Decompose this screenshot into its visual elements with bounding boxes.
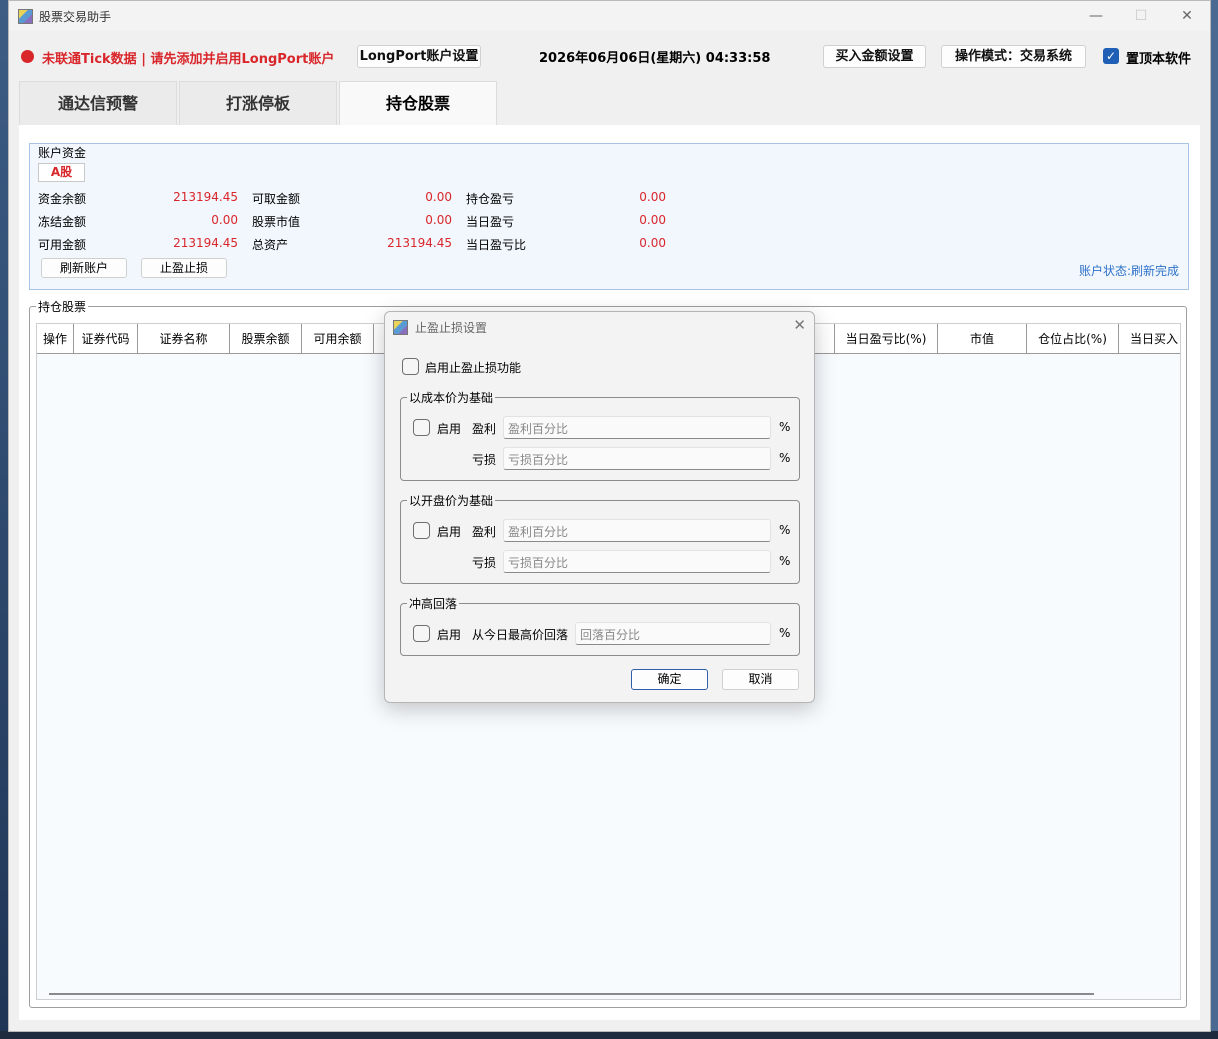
buy-amount-button[interactable]: 买入金额设置 xyxy=(823,45,926,68)
stop-profit-loss-button[interactable]: 止盈止损 xyxy=(141,258,227,278)
pullback-group: 冲高回落 启用 从今日最高价回落 回落百分比 % xyxy=(400,595,800,656)
cost-profit-label: 盈利 xyxy=(472,422,497,436)
label-total-assets: 总资产 xyxy=(252,238,289,252)
maximize-icon[interactable]: ☐ xyxy=(1126,6,1156,26)
cost-basis-title: 以成本价为基础 xyxy=(407,389,496,406)
cancel-button[interactable]: 取消 xyxy=(722,669,799,690)
cost-loss-label: 亏损 xyxy=(472,453,497,467)
label-available: 可用金额 xyxy=(38,238,87,252)
mode-button[interactable]: 操作模式：交易系统 xyxy=(941,45,1086,68)
open-loss-input[interactable]: 亏损百分比 xyxy=(503,550,771,573)
account-group-title: 账户资金 xyxy=(38,146,87,160)
longport-settings-button[interactable]: LongPort账户设置 xyxy=(357,45,481,68)
value-day-pnl: 0.00 xyxy=(639,213,666,227)
cost-profit-input[interactable]: 盈利百分比 xyxy=(503,416,771,439)
holdings-title: 持仓股票 xyxy=(36,298,89,315)
tab-tdx-alert[interactable]: 通达信预警 xyxy=(19,81,177,125)
percent-sign: % xyxy=(779,451,791,465)
column-header[interactable]: 证券名称 xyxy=(138,324,230,354)
pullback-enable-label: 启用 xyxy=(437,628,462,642)
label-frozen: 冻结金额 xyxy=(38,215,87,229)
open-profit-label: 盈利 xyxy=(472,525,497,539)
datetime-display: 2026年06月06日(星期六) 04:33:58 xyxy=(539,51,771,66)
market-tab-a-share[interactable]: A股 xyxy=(38,163,85,182)
value-balance: 213194.45 xyxy=(173,190,238,204)
label-position-pnl: 持仓盈亏 xyxy=(466,192,515,206)
tick-warning: 未联通Tick数据 | 请先添加并启用LongPort账户 xyxy=(42,52,335,67)
label-withdrawable: 可取金额 xyxy=(252,192,301,206)
open-profit-input[interactable]: 盈利百分比 xyxy=(503,519,771,542)
minimize-icon[interactable]: — xyxy=(1081,6,1111,26)
column-header[interactable]: 可用余额 xyxy=(302,324,374,354)
label-day-pnl-ratio: 当日盈亏比 xyxy=(466,238,527,252)
column-header[interactable]: 当日盈亏比(%) xyxy=(835,324,938,354)
label-day-pnl: 当日盈亏 xyxy=(466,215,515,229)
value-day-pnl-ratio: 0.00 xyxy=(639,236,666,250)
pullback-title: 冲高回落 xyxy=(407,595,460,612)
label-balance: 资金余额 xyxy=(38,192,87,206)
percent-sign: % xyxy=(779,626,791,640)
pullback-label: 从今日最高价回落 xyxy=(472,628,569,642)
desktop-edge xyxy=(0,0,8,1039)
desktop-taskbar-edge xyxy=(0,1031,1218,1039)
value-market-value: 0.00 xyxy=(425,213,452,227)
open-basis-group: 以开盘价为基础 启用 盈利 盈利百分比 % 亏损 亏损百分比 % xyxy=(400,492,800,584)
column-header[interactable]: 仓位占比(%) xyxy=(1027,324,1119,354)
column-header[interactable]: 证券代码 xyxy=(74,324,138,354)
column-header[interactable]: 当日买入 xyxy=(1119,324,1180,354)
dialog-close-icon[interactable]: ✕ xyxy=(793,316,806,334)
account-panel: 账户资金 A股 资金余额 213194.45 可取金额 0.00 持仓盈亏 0.… xyxy=(29,143,1189,290)
top-toolbar: 未联通Tick数据 | 请先添加并启用LongPort账户 LongPort账户… xyxy=(9,41,1210,71)
enable-all-checkbox[interactable] xyxy=(402,358,419,375)
value-frozen: 0.00 xyxy=(211,213,238,227)
pullback-input[interactable]: 回落百分比 xyxy=(575,622,771,645)
open-enable-checkbox[interactable] xyxy=(413,522,430,539)
column-header[interactable]: 操作 xyxy=(37,324,74,354)
value-total-assets: 213194.45 xyxy=(387,236,452,250)
pin-label: 置顶本软件 xyxy=(1126,52,1192,67)
cost-enable-checkbox[interactable] xyxy=(413,419,430,436)
percent-sign: % xyxy=(779,554,791,568)
close-icon[interactable]: ✕ xyxy=(1172,6,1202,26)
enable-all-label: 启用止盈止损功能 xyxy=(425,361,522,375)
app-icon xyxy=(18,9,33,24)
label-market-value: 股票市值 xyxy=(252,215,301,229)
window-title: 股票交易助手 xyxy=(39,10,112,24)
refresh-account-button[interactable]: 刷新账户 xyxy=(41,258,127,278)
open-loss-label: 亏损 xyxy=(472,556,497,570)
column-header[interactable]: 股票余额 xyxy=(230,324,302,354)
value-available: 213194.45 xyxy=(173,236,238,250)
value-withdrawable: 0.00 xyxy=(425,190,452,204)
pullback-enable-checkbox[interactable] xyxy=(413,625,430,642)
status-dot-icon xyxy=(21,50,34,63)
dialog-app-icon xyxy=(393,320,408,335)
cost-basis-group: 以成本价为基础 启用 盈利 盈利百分比 % 亏损 亏损百分比 % xyxy=(400,389,800,481)
horizontal-scrollbar[interactable] xyxy=(49,993,1094,995)
title-bar: 股票交易助手 — ☐ ✕ xyxy=(9,1,1210,31)
cost-enable-label: 启用 xyxy=(437,422,462,436)
dialog-title: 止盈止损设置 xyxy=(415,321,488,335)
tab-limit-up[interactable]: 打涨停板 xyxy=(179,81,337,125)
ok-button[interactable]: 确定 xyxy=(631,669,708,690)
stop-profit-loss-dialog: 止盈止损设置 ✕ 启用止盈止损功能 以成本价为基础 启用 盈利 盈利百分比 % … xyxy=(384,311,815,703)
open-basis-title: 以开盘价为基础 xyxy=(407,492,496,509)
percent-sign: % xyxy=(779,523,791,537)
cost-loss-input[interactable]: 亏损百分比 xyxy=(503,447,771,470)
percent-sign: % xyxy=(779,420,791,434)
tab-holdings[interactable]: 持仓股票 xyxy=(339,81,497,127)
open-enable-label: 启用 xyxy=(437,525,462,539)
account-status: 账户状态:刷新完成 xyxy=(1078,264,1179,278)
pin-checkbox[interactable]: ✓ xyxy=(1103,48,1119,64)
column-header[interactable]: 市值 xyxy=(938,324,1027,354)
value-position-pnl: 0.00 xyxy=(639,190,666,204)
